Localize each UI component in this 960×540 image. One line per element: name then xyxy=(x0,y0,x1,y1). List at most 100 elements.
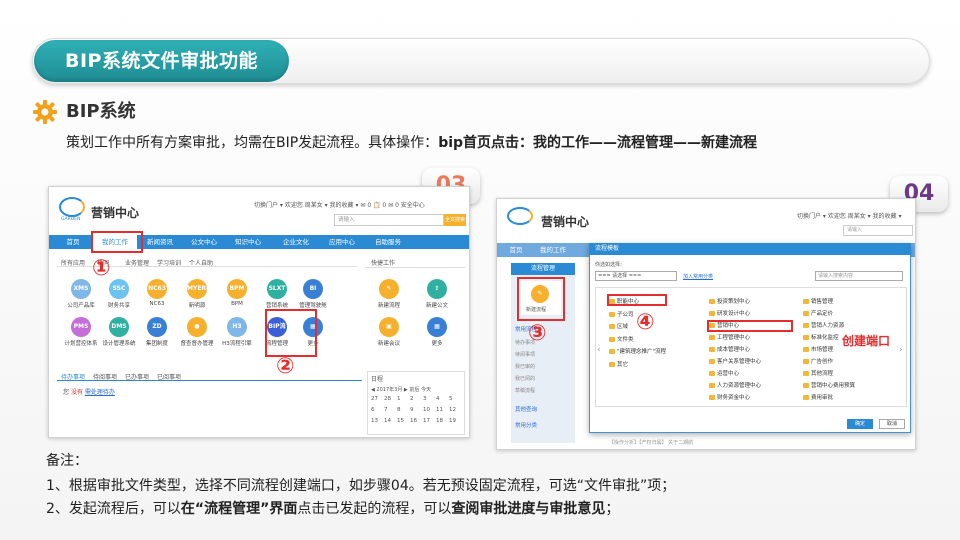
sidebar-section: 流程管理 xyxy=(511,263,575,275)
tree-item-col2[interactable]: 工程管理中心 xyxy=(709,333,750,341)
highlight-marketing-center xyxy=(707,320,793,332)
folder-icon xyxy=(709,383,715,388)
app-label-10: 督查督办管理 xyxy=(180,341,214,347)
search-input[interactable]: 请输入 xyxy=(843,225,913,236)
calendar-day[interactable]: 15 xyxy=(397,418,404,424)
calendar-day[interactable]: 18 xyxy=(436,418,443,424)
tree-item-col2[interactable]: 投资策划中心 xyxy=(709,297,750,305)
task-tab-todo[interactable]: 待办事项 xyxy=(61,372,85,381)
app-icon-7[interactable]: PMS xyxy=(71,317,91,337)
calendar-day[interactable]: 5 xyxy=(449,396,453,402)
quick-icon-0[interactable]: ✎ xyxy=(379,279,399,299)
side-menu-4[interactable]: 我已阅的 xyxy=(515,375,535,382)
tree-item-col3[interactable]: 销售管理 xyxy=(803,297,833,305)
calendar-day[interactable]: 1 xyxy=(397,396,401,402)
cancel-button[interactable]: 取消 xyxy=(879,419,905,429)
app-icon-11[interactable]: H3 xyxy=(227,317,247,337)
app-icon-8[interactable]: DMS xyxy=(109,317,129,337)
calendar-day[interactable]: 28 xyxy=(384,396,391,402)
tree-item-col2[interactable]: 客户关系管理中心 xyxy=(709,357,761,365)
side-menu-5[interactable]: 草稿流程 xyxy=(515,387,535,394)
calendar-day[interactable]: 17 xyxy=(423,418,430,424)
task-tab-done[interactable]: 已办事项 xyxy=(125,372,149,381)
tree-item-col3[interactable]: 标准化监控 xyxy=(803,333,839,341)
step-circle-3: ③ xyxy=(528,321,547,346)
tree-item-col2[interactable]: 研发设计中心 xyxy=(709,309,750,317)
task-tab-toread[interactable]: 待阅事项 xyxy=(93,372,117,381)
folder-icon xyxy=(803,299,809,304)
side-group-0[interactable]: 其他查询 xyxy=(515,405,537,413)
app-label-7: 计划营控体系 xyxy=(64,341,98,347)
app-icon-9[interactable]: ZD xyxy=(147,317,167,337)
calendar-day[interactable]: 27 xyxy=(371,396,378,402)
folder-icon xyxy=(803,311,809,316)
calendar-day[interactable]: 10 xyxy=(423,407,430,413)
calendar-day[interactable]: 19 xyxy=(449,418,456,424)
calendar-day[interactable]: 6 xyxy=(371,407,375,413)
tree-item-col3[interactable]: 市场管理 xyxy=(803,345,833,353)
tree-item-col3[interactable]: 广告创作 xyxy=(803,357,833,365)
quick-icon-1[interactable]: ⇪ xyxy=(427,279,447,299)
calendar-day[interactable]: 12 xyxy=(449,407,456,413)
folder-icon xyxy=(803,335,809,340)
tree-item-col2[interactable]: 运营中心 xyxy=(709,369,739,377)
quick-label-0: 新建流程 xyxy=(377,303,400,309)
calendar-day[interactable]: 9 xyxy=(410,407,414,413)
category-select[interactable]: === 请选择 === xyxy=(595,271,677,281)
calendar-day[interactable]: 11 xyxy=(436,407,443,413)
tree-item-col2[interactable]: 成本管理中心 xyxy=(709,345,750,353)
calendar-day[interactable]: 13 xyxy=(371,418,378,424)
task-tab-read[interactable]: 已阅事项 xyxy=(157,372,181,381)
tree-item-col2[interactable]: 财务资金中心 xyxy=(709,393,750,401)
add-common-link[interactable]: 加入常用分类 xyxy=(683,273,713,280)
app-icon-5[interactable]: SLXT xyxy=(267,279,287,299)
nav-my-work[interactable]: 我的工作 xyxy=(533,243,573,257)
tree-item-col1[interactable]: 文件类 xyxy=(609,335,634,343)
app-icon-6[interactable]: BI xyxy=(303,279,323,299)
app-label-3: 新明源 xyxy=(188,303,206,309)
tree-item-col3[interactable]: 费用审批 xyxy=(803,393,833,401)
tree-next-arrow[interactable]: › xyxy=(899,345,903,355)
tree-item-col1[interactable]: 区域 xyxy=(609,322,628,330)
todo-link[interactable]: 需处理待办 xyxy=(85,389,115,396)
side-menu-2[interactable]: 待阅事项 xyxy=(515,351,535,358)
nav-home[interactable]: 首页 xyxy=(501,243,531,257)
app-icon-3[interactable]: MYERP xyxy=(187,279,210,299)
app-icon-0[interactable]: XMS xyxy=(71,279,91,299)
app-label-1: 财务共享 xyxy=(107,303,130,309)
highlight-new-process xyxy=(517,277,565,321)
quick-icon-3[interactable]: ▦ xyxy=(427,317,447,337)
tree-prev-arrow[interactable]: ‹ xyxy=(597,345,601,355)
confirm-button[interactable]: 确定 xyxy=(847,419,873,429)
footer-links[interactable]: 【操作分析】【产权归属】 关于二期航 xyxy=(609,439,693,446)
app-label-8: 设计管理系统 xyxy=(102,341,136,347)
app-icon-10[interactable]: ● xyxy=(187,317,207,337)
tree-item-col1[interactable]: 其它 xyxy=(609,360,628,368)
calendar-day[interactable]: 7 xyxy=(384,407,388,413)
top-links[interactable]: 切换门户 ▾ 欢迎您 周某女 ▾ 我的收藏 ▾ xyxy=(797,211,901,220)
app-icon-4[interactable]: BPM xyxy=(227,279,247,299)
quick-label-2: 新建会议 xyxy=(377,341,400,347)
tree-item-col3[interactable]: 营销中心费用预算 xyxy=(803,381,855,389)
calendar-day[interactable]: 14 xyxy=(384,418,391,424)
tree-item-col3[interactable]: 营销人力资源 xyxy=(803,321,844,329)
calendar-day[interactable]: 8 xyxy=(397,407,401,413)
calendar-day[interactable]: 2 xyxy=(410,396,414,402)
tree-item-col1[interactable]: "建筑理念推广"流程 xyxy=(609,347,666,355)
tree-item-col2[interactable]: 人力资源管理中心 xyxy=(709,381,761,389)
app-icon-2[interactable]: NC63 xyxy=(147,279,167,299)
calendar-day[interactable]: 16 xyxy=(410,418,417,424)
calendar-day[interactable]: 4 xyxy=(436,396,440,402)
side-menu-3[interactable]: 我已审的 xyxy=(515,363,535,370)
side-group-1[interactable]: 常用分类 xyxy=(515,421,537,429)
tree-item-col3[interactable]: 其他流程 xyxy=(803,369,833,377)
app-icon-1[interactable]: SSC xyxy=(109,279,129,299)
dialog-search[interactable]: 请输入搜索内容 xyxy=(815,271,903,281)
tree-item-col3[interactable]: 产品定价 xyxy=(803,309,833,317)
tree-item-col1[interactable]: 子公司 xyxy=(609,310,634,318)
folder-icon xyxy=(803,383,809,388)
calendar-header[interactable]: ◀ 2017年3月 ▶ 前后 今天 xyxy=(371,386,431,393)
left-screenshot: GARDEN 营销中心 切换门户 ▾ 欢迎您 周某女 ▾ 我的收藏 ▾ ✉ 0 … xyxy=(48,186,470,438)
quick-icon-2[interactable]: ▣ xyxy=(379,317,399,337)
calendar-day[interactable]: 3 xyxy=(423,396,427,402)
